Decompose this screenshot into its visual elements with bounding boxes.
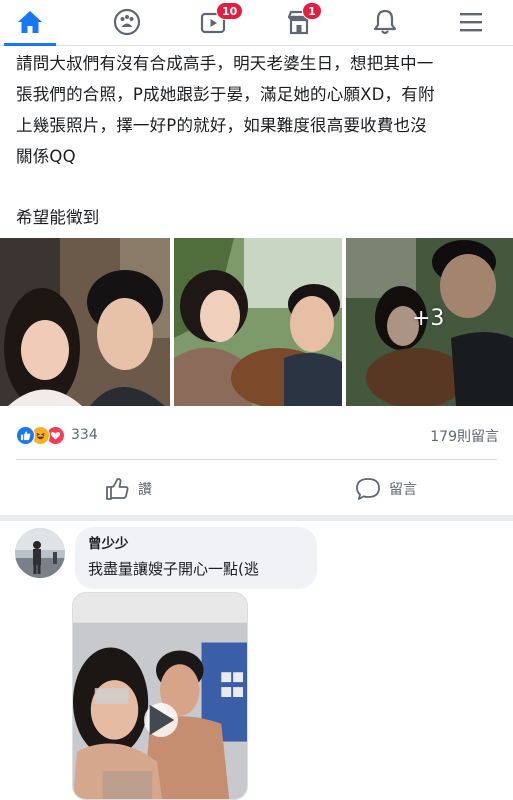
- post-photo-3[interactable]: +3: [346, 238, 513, 406]
- capybara-selfie-photo: [174, 238, 342, 406]
- like-button-label: 讚: [138, 482, 152, 498]
- selfie-photo: [0, 238, 170, 406]
- comment-video[interactable]: [72, 592, 248, 800]
- post-text-line: 張我們的合照，P成她跟彭于晏，滿足她的心願XD，有附: [16, 85, 435, 104]
- reaction-summary[interactable]: 334: [16, 424, 98, 446]
- comment-author[interactable]: 曾少少: [88, 535, 304, 553]
- marketplace-badge: 1: [302, 2, 322, 20]
- comment-button-label: 留言: [389, 482, 417, 498]
- avatar[interactable]: [15, 528, 65, 578]
- comment-icon: [356, 478, 380, 500]
- nav-groups-tab[interactable]: [97, 0, 157, 44]
- commenter-avatar-image: [15, 528, 65, 578]
- nav-home-tab[interactable]: [0, 0, 60, 46]
- comment-count-link[interactable]: 179則留言: [430, 426, 499, 446]
- post-text-line: 上幾張照片，擇一好P的就好，如果難度很高要收費也沒: [16, 116, 427, 135]
- menu-icon: [460, 13, 482, 32]
- like-reaction-icon: [16, 425, 35, 445]
- post-text-line: 希望能徵到: [16, 208, 100, 227]
- play-icon: [149, 704, 175, 736]
- comment-button[interactable]: 留言: [355, 474, 417, 504]
- post-photo-grid: +3: [0, 238, 513, 406]
- top-navigation-bar: 10 1: [0, 0, 513, 46]
- comment-text: 我盡量讓嫂子開心一點(逃: [88, 560, 259, 578]
- reaction-count: 334: [71, 427, 98, 443]
- home-icon: [18, 11, 42, 33]
- nav-menu-tab[interactable]: [441, 0, 501, 44]
- post-photo-2[interactable]: [174, 238, 342, 406]
- watch-badge: 10: [216, 2, 244, 20]
- post-text-line: 請問大叔們有沒有合成高手，明天老婆生日，想把其中一: [16, 54, 434, 73]
- groups-icon: [113, 8, 141, 36]
- play-button[interactable]: [144, 703, 178, 737]
- section-separator: [0, 515, 513, 521]
- thumbs-up-icon: [106, 478, 129, 500]
- nav-notifications-tab[interactable]: [355, 0, 415, 44]
- post-photo-1[interactable]: [0, 238, 170, 406]
- post-text-line: 關係QQ: [16, 147, 76, 166]
- comment-bubble: 曾少少 我盡量讓嫂子開心一點(逃: [75, 527, 317, 589]
- nav-marketplace-tab[interactable]: 1: [269, 0, 329, 44]
- notifications-icon: [373, 9, 397, 35]
- video-thumbnail: [73, 593, 247, 799]
- divider: [16, 459, 497, 460]
- nav-watch-tab[interactable]: 10: [183, 0, 244, 44]
- post-body: 請問大叔們有沒有合成高手，明天老婆生日，想把其中一 張我們的合照，P成她跟彭于晏…: [16, 48, 506, 233]
- like-button[interactable]: 讚: [104, 474, 152, 504]
- more-photos-count: +3: [412, 306, 445, 331]
